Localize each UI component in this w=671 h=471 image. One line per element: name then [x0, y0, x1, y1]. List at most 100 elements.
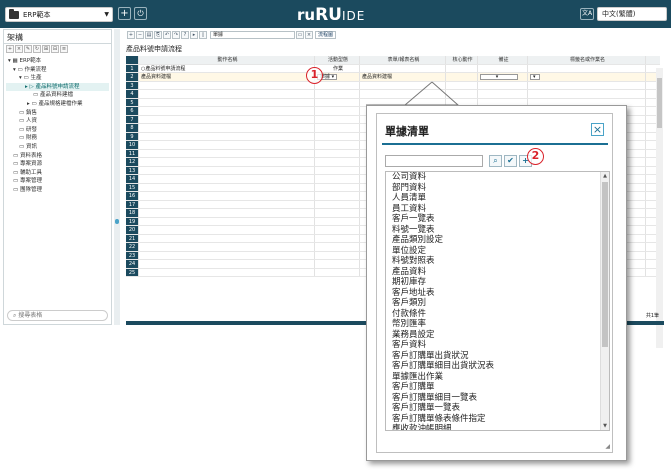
tree-node[interactable]: ▭ 專案管理 [6, 177, 109, 186]
close-icon[interactable]: × [305, 31, 313, 39]
list-item[interactable]: 業務員設定 [386, 330, 609, 341]
language-select[interactable]: 中文(繁體) [597, 7, 667, 21]
tree-node[interactable]: ▭ 人資 [6, 117, 109, 126]
list-item[interactable]: 單據匯出作業 [386, 372, 609, 383]
delete-row-icon[interactable]: − [136, 31, 144, 39]
app-logo: ruRUIDE [297, 5, 365, 25]
collapse-icon[interactable]: ⊟ [51, 45, 59, 53]
list-item[interactable]: 客戶訂購單條表條件指定 [386, 414, 609, 425]
dialog-search-input[interactable] [385, 155, 483, 167]
logo-main: RU [315, 5, 342, 25]
list-item[interactable]: 客戶資料 [386, 340, 609, 351]
tree-node[interactable]: ▭ 專案資源 [6, 160, 109, 169]
column-header[interactable]: 核心動作 [446, 56, 478, 64]
resize-handle-icon[interactable]: ◢ [605, 443, 610, 450]
scroll-down-icon[interactable]: ▼ [601, 422, 609, 430]
expand-icon[interactable]: ⊞ [42, 45, 50, 53]
undo-icon[interactable]: ↶ [163, 31, 171, 39]
list-item[interactable]: 付款條件 [386, 309, 609, 320]
list-item[interactable]: 部門資料 [386, 183, 609, 194]
tree-node[interactable]: ▭ 資料表格 [6, 152, 109, 161]
list-item[interactable]: 公司資料 [386, 172, 609, 183]
settings-icon[interactable]: ≡ [60, 45, 68, 53]
flowchart-button[interactable]: 流程圖 [315, 31, 337, 39]
refresh-icon[interactable]: ↻ [33, 45, 41, 53]
document-list-dialog: 單據清單 × ⌕ ✔ + 公司資料 部門資料 人員清單 員工資料 客戶一覽表 料號一覽表產… [376, 113, 613, 453]
plus-icon[interactable]: + [118, 7, 131, 20]
tree-toolbar: + × ✎ ↻ ⊞ ⊟ ≡ [4, 44, 111, 55]
tree-node[interactable]: ▭ 研發 [6, 126, 109, 135]
language-label: 中文(繁體) [602, 10, 636, 18]
tree-node[interactable]: ▭ 輔助工具 [6, 169, 109, 178]
list-item[interactable]: 應收款沖帳明細 [386, 424, 609, 430]
list-item[interactable]: 客戶一覽表 [386, 214, 609, 225]
list-item[interactable]: 料號對照表 [386, 256, 609, 267]
document-icon[interactable]: ▯ [199, 31, 207, 39]
search-icon[interactable]: ⌕ [489, 155, 502, 167]
sheet-title: 產品料號申請流程 [126, 45, 182, 53]
add-row-icon[interactable]: + [127, 31, 135, 39]
tree-node[interactable]: ▭ 團隊管理 [6, 186, 109, 195]
list-item[interactable]: 客戶訂購單細目一覽表 [386, 393, 609, 404]
power-icon[interactable]: ⏻ [134, 7, 147, 20]
panel-splitter[interactable] [114, 29, 120, 325]
column-header[interactable]: 標籤名或作業名 [528, 56, 646, 64]
list-item[interactable]: 人員清單 [386, 193, 609, 204]
list-item[interactable]: 客戶地址表 [386, 288, 609, 299]
list-item[interactable]: 單位設定 [386, 246, 609, 257]
table-row[interactable]: 1 ○產品料號申請流程 作業 [126, 64, 660, 73]
list-item[interactable]: 客戶類別 [386, 298, 609, 309]
list-item[interactable]: 幣別匯率 [386, 319, 609, 330]
edit-node-icon[interactable]: ✎ [24, 45, 32, 53]
logo-prefix: ru [297, 6, 316, 24]
tree-node[interactable]: ▭ 銷售 [6, 109, 109, 118]
add-node-icon[interactable]: + [6, 45, 14, 53]
tree-node[interactable]: ▭ 財務 [6, 134, 109, 143]
note-select[interactable]: ▾ [480, 74, 518, 80]
redo-icon[interactable]: ↷ [172, 31, 180, 39]
list-item[interactable]: 客戶訂購單一覽表 [386, 403, 609, 414]
confirm-icon[interactable]: ✔ [504, 155, 517, 167]
translate-icon[interactable]: 文A [580, 8, 594, 20]
table-row[interactable]: 2 產品資料建檔 單據 ▾ 產品資料建檔 ▾ ▾ [126, 73, 660, 82]
grid-scrollbar[interactable] [656, 68, 663, 348]
tree-node[interactable]: ▭ 資訊 [6, 143, 109, 152]
collapse-handle-icon[interactable] [115, 219, 119, 224]
tree-search-input[interactable]: ⌕ 搜尋表格 [7, 310, 108, 321]
column-header[interactable]: 活動型態 [315, 56, 360, 64]
delete-node-icon[interactable]: × [15, 45, 23, 53]
close-icon[interactable]: × [591, 123, 604, 136]
list-item[interactable]: 客戶訂購單細目出貨狀況表 [386, 361, 609, 372]
copy-icon[interactable]: ⎘ [154, 31, 162, 39]
save-icon[interactable]: ▤ [145, 31, 153, 39]
column-header[interactable]: 備註 [478, 56, 528, 64]
scroll-up-icon[interactable]: ▲ [601, 172, 609, 180]
list-item[interactable]: 產品類別設定 [386, 235, 609, 246]
column-header[interactable]: 動作名稱 [139, 56, 315, 64]
list-item[interactable]: 產品資料 [386, 267, 609, 278]
tree-node[interactable]: ▸ ▭ 產品規格建檔作業 [6, 100, 109, 109]
list-item[interactable]: 客戶訂購單出貨狀況 [386, 351, 609, 362]
help-icon[interactable]: ? [181, 31, 189, 39]
list-item[interactable]: 期初庫存 [386, 277, 609, 288]
list-item[interactable]: 客戶訂購單 [386, 382, 609, 393]
tree-node[interactable]: ▾ ▦ ERP範本 [6, 57, 109, 66]
table-row[interactable]: 3 [126, 81, 660, 90]
tree-node[interactable]: ▭ 產品資料建檔 [6, 91, 109, 100]
divider [382, 143, 608, 145]
list-item[interactable]: 料號一覽表 [386, 225, 609, 236]
table-row[interactable]: 4 [126, 90, 660, 99]
arrow-right-icon[interactable]: ▸ [190, 31, 198, 39]
column-header[interactable]: 表單/報表名稱 [360, 56, 446, 64]
doc-name-field[interactable]: 單據 [210, 31, 295, 39]
list-item[interactable]: 員工資料 [386, 204, 609, 215]
list-scrollbar[interactable]: ▲ ▼ [600, 172, 609, 430]
tree-node-selected[interactable]: ▸ ▷ 產品料號申請流程 [6, 82, 109, 92]
project-select[interactable]: ERP範本 ▼ [5, 7, 113, 22]
chevron-down-icon: ▼ [104, 11, 109, 18]
open-folder-icon[interactable]: ▭ [296, 31, 304, 39]
tag-select[interactable]: ▾ [530, 74, 540, 80]
tree-node[interactable]: ▾ ▭ 作業流程 [6, 66, 109, 75]
tree-node[interactable]: ▾ ▭ 生產 [6, 74, 109, 83]
structure-tree: ▾ ▦ ERP範本 ▾ ▭ 作業流程 ▾ ▭ 生產 ▸ ▷ 產品料號申請流程 ▭… [4, 55, 111, 197]
